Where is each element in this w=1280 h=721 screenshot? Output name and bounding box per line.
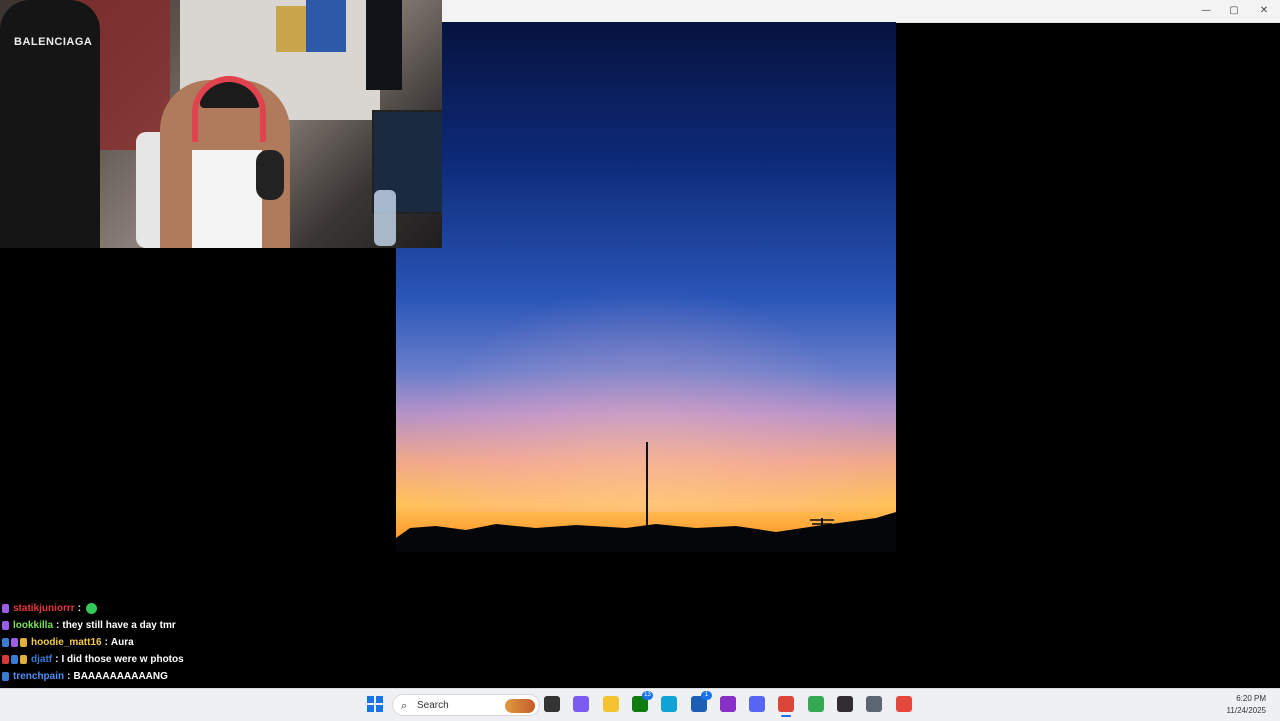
chat-message: lookkilla: they still have a day tmr [2, 617, 422, 634]
notification-badge: 13 [642, 691, 653, 700]
task-view-icon[interactable] [544, 696, 560, 712]
chat-message: statikjuniorrr: [2, 600, 422, 617]
chat-badge-icon [11, 655, 18, 664]
store-icon[interactable]: 1 [691, 691, 712, 712]
chat-separator: : [56, 620, 60, 631]
active-indicator [781, 715, 791, 717]
chat-badge-icon [20, 655, 27, 664]
chat-badge-icon [2, 638, 9, 647]
chat-badge-icon [11, 638, 18, 647]
chat-message: djatf: I did those were w photos [2, 651, 422, 668]
obs-icon[interactable] [837, 696, 853, 712]
chrome-profile-icon[interactable] [808, 696, 824, 712]
chat-badge-icon [2, 604, 9, 613]
water-bottle [374, 190, 396, 246]
start-button[interactable] [367, 696, 383, 712]
chat-username: djatf [31, 654, 53, 665]
webcam-window [366, 0, 402, 90]
chat-username: statikjuniorrr [13, 603, 75, 614]
image-viewer-titlebar [442, 0, 1280, 23]
clock-time[interactable]: 6:20 PM [1220, 694, 1266, 703]
chat-username: hoodie_matt16 [31, 637, 102, 648]
file-explorer-icon[interactable] [603, 696, 619, 712]
xbox-icon[interactable]: 13 [632, 691, 653, 712]
discord-icon[interactable] [749, 696, 765, 712]
headphones-icon [192, 76, 266, 142]
chat-message: hoodie_matt16: Aura [2, 634, 422, 651]
red-app-icon[interactable] [896, 696, 912, 712]
taskbar: ⌕ Search 13 1 6:20 PM 11/24/2025 [0, 688, 1280, 721]
app-purple-icon[interactable] [720, 696, 736, 712]
search-highlight-icon [505, 699, 535, 713]
search-placeholder: Search [417, 700, 449, 711]
edge-icon[interactable] [661, 696, 677, 712]
chat-text: they still have a day tmr [62, 620, 176, 631]
webcam-overlay: BALENCIAGA [0, 0, 442, 248]
microphone-icon [256, 150, 284, 200]
search-icon: ⌕ [401, 699, 408, 712]
copilot-icon[interactable] [573, 696, 589, 712]
chat-text: Aura [110, 637, 134, 648]
maximize-button[interactable]: ▢ [1222, 3, 1246, 19]
chat-separator: : [77, 603, 82, 614]
chat-text: BAAAAAAAAAANG [73, 671, 168, 682]
chat-message: trenchpain: BAAAAAAAAAANG [2, 668, 422, 685]
notification-badge: 1 [701, 691, 712, 700]
minimize-button[interactable]: — [1194, 3, 1218, 19]
chat-separator: : [104, 637, 108, 648]
taskbar-search[interactable]: ⌕ Search [392, 694, 540, 716]
chat-text: I did those were w photos [61, 654, 184, 665]
close-button[interactable]: ✕ [1252, 3, 1276, 19]
chat-separator: : [55, 654, 59, 665]
settings-icon[interactable] [866, 696, 882, 712]
mountain-silhouette [396, 512, 896, 552]
chat-separator: : [67, 671, 71, 682]
chat-badge-icon [2, 621, 9, 630]
chrome-icon[interactable] [778, 696, 794, 717]
green-ghost-emote [86, 603, 98, 614]
webcam-poster [276, 6, 306, 52]
webcam-poster [306, 0, 346, 52]
clock-date[interactable]: 11/24/2025 [1220, 706, 1266, 715]
shirt-text: BALENCIAGA [14, 36, 93, 48]
webcam-tank-top [192, 150, 262, 248]
chat-badge-icon [2, 672, 9, 681]
chat-username: lookkilla [13, 620, 54, 631]
chat-badge-icon [20, 638, 27, 647]
chat-badge-icon [2, 655, 9, 664]
sunset-photo [396, 22, 896, 552]
chat-username: trenchpain [13, 671, 65, 682]
